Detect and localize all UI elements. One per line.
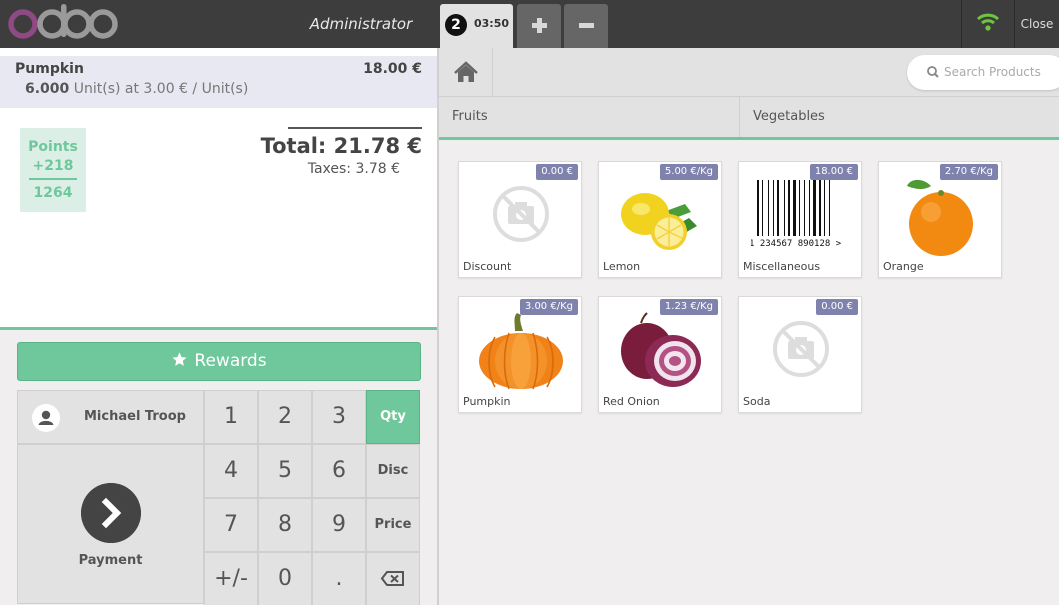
order-total: Total: 21.78 € <box>260 134 422 158</box>
category-vegetables[interactable]: Vegetables <box>740 97 1059 137</box>
lemon-icon <box>621 193 697 250</box>
numpad-key-0[interactable]: 0 <box>258 552 312 605</box>
pumpkin-icon <box>479 313 563 390</box>
numpad-key-2[interactable]: 2 <box>258 390 312 444</box>
remove-order-button[interactable] <box>564 4 608 48</box>
wifi-icon <box>977 13 999 31</box>
loyalty-points: Points +218 1264 <box>20 128 86 212</box>
order-line-unit-info: Unit(s) at 3.00 € / Unit(s) <box>69 81 249 97</box>
order-line-qty: 6.000 <box>25 81 70 97</box>
star-icon <box>172 352 187 366</box>
payment-button[interactable]: Payment <box>17 444 204 604</box>
product-name: Miscellaneous <box>743 260 821 273</box>
numpad-key-3[interactable]: 3 <box>312 390 366 444</box>
numpad-key-8[interactable]: 8 <box>258 498 312 552</box>
points-divider <box>29 178 77 180</box>
search-icon <box>927 66 939 78</box>
plus-icon <box>532 18 547 33</box>
product-miscellaneous[interactable]: 1 234567 890128 > 18.00 € Miscellaneous <box>738 161 862 278</box>
home-category-button[interactable] <box>439 48 493 96</box>
user-icon <box>32 404 60 432</box>
numpad-key-1[interactable]: 1 <box>204 390 258 444</box>
product-name: Pumpkin <box>463 395 511 408</box>
user-name[interactable]: Administrator <box>300 0 422 48</box>
category-bar: Fruits Vegetables <box>439 97 1059 140</box>
barcode-digits: 1 234567 890128 > <box>751 239 842 249</box>
product-name: Orange <box>883 260 924 273</box>
chevron-right-icon <box>81 483 141 543</box>
product-name: Lemon <box>603 260 641 273</box>
search-input[interactable]: Search Products <box>907 55 1059 90</box>
product-price-tag: 18.00 € <box>809 164 858 180</box>
orange-icon <box>907 179 973 256</box>
customer-button[interactable]: Michael Troop <box>17 390 204 444</box>
order-line-info: 6.000 Unit(s) at 3.00 € / Unit(s) <box>25 81 248 97</box>
no-image-icon <box>773 321 829 377</box>
numpad-key-9[interactable]: 9 <box>312 498 366 552</box>
close-button[interactable]: Close <box>1015 0 1059 48</box>
barcode-icon: 1 234567 890128 > <box>751 180 842 249</box>
order-line-price: 18.00 € <box>363 61 422 77</box>
connection-status[interactable] <box>962 0 1014 48</box>
product-lemon[interactable]: 5.00 €/Kg Lemon <box>598 161 722 278</box>
customer-name: Michael Troop <box>84 409 186 424</box>
points-total: 1264 <box>33 185 73 201</box>
minus-icon <box>579 23 594 28</box>
backspace-button[interactable] <box>366 552 420 605</box>
order-taxes: Taxes: 3.78 € <box>307 161 400 177</box>
rewards-label: Rewards <box>194 351 267 371</box>
numpad-key-7[interactable]: 7 <box>204 498 258 552</box>
payment-label: Payment <box>78 553 143 568</box>
order-panel: Pumpkin 18.00 € 6.000 Unit(s) at 3.00 € … <box>0 48 437 605</box>
total-divider <box>288 127 422 129</box>
product-name: Discount <box>463 260 512 273</box>
mode-price-button[interactable]: Price <box>366 498 420 552</box>
order-line-product: Pumpkin <box>15 61 84 77</box>
order-time: 03:50 <box>474 17 510 30</box>
points-label: Points <box>28 139 78 155</box>
product-name: Red Onion <box>603 395 660 408</box>
product-price-tag: 5.00 €/Kg <box>659 164 718 180</box>
numpad-key-5[interactable]: 5 <box>258 444 312 498</box>
odoo-logo <box>8 4 118 39</box>
rewards-button[interactable]: Rewards <box>17 342 421 381</box>
product-orange[interactable]: 2.70 €/Kg Orange <box>878 161 1002 278</box>
order-line-selected[interactable]: Pumpkin 18.00 € 6.000 Unit(s) at 3.00 € … <box>0 56 437 108</box>
product-price-tag: 2.70 €/Kg <box>939 164 998 180</box>
order-tab-active[interactable]: 2 03:50 <box>440 4 513 48</box>
product-name: Soda <box>743 395 771 408</box>
product-panel: Search Products Fruits Vegetables 0.00 €… <box>439 48 1059 605</box>
add-order-button[interactable] <box>517 4 561 48</box>
home-icon <box>454 61 478 82</box>
product-price-tag: 3.00 €/Kg <box>519 299 578 315</box>
control-panel: Rewards Michael Troop Payment 1 2 3 Qty … <box>0 327 437 605</box>
numpad-key-plus-minus[interactable]: +/- <box>204 552 258 605</box>
product-pumpkin[interactable]: 3.00 €/Kg Pumpkin <box>458 296 582 413</box>
search-placeholder: Search Products <box>944 65 1041 79</box>
numpad-key-4[interactable]: 4 <box>204 444 258 498</box>
no-image-icon <box>493 186 549 242</box>
order-number-badge: 2 <box>445 14 467 36</box>
product-price-tag: 0.00 € <box>816 299 858 315</box>
backspace-icon <box>380 571 404 586</box>
points-won: +218 <box>32 158 74 174</box>
numpad-key-dot[interactable]: . <box>312 552 366 605</box>
product-soda[interactable]: 0.00 € Soda <box>738 296 862 413</box>
mode-disc-button[interactable]: Disc <box>366 444 420 498</box>
product-header: Search Products <box>439 48 1059 97</box>
red-onion-icon <box>621 312 701 387</box>
product-price-tag: 0.00 € <box>536 164 578 180</box>
top-bar: Administrator 2 03:50 Close <box>0 0 1059 48</box>
product-price-tag: 1.23 €/Kg <box>659 299 718 315</box>
numpad-key-6[interactable]: 6 <box>312 444 366 498</box>
product-red-onion[interactable]: 1.23 €/Kg Red Onion <box>598 296 722 413</box>
product-discount[interactable]: 0.00 € Discount <box>458 161 582 278</box>
mode-qty-button[interactable]: Qty <box>366 390 420 444</box>
category-fruits[interactable]: Fruits <box>439 97 740 137</box>
